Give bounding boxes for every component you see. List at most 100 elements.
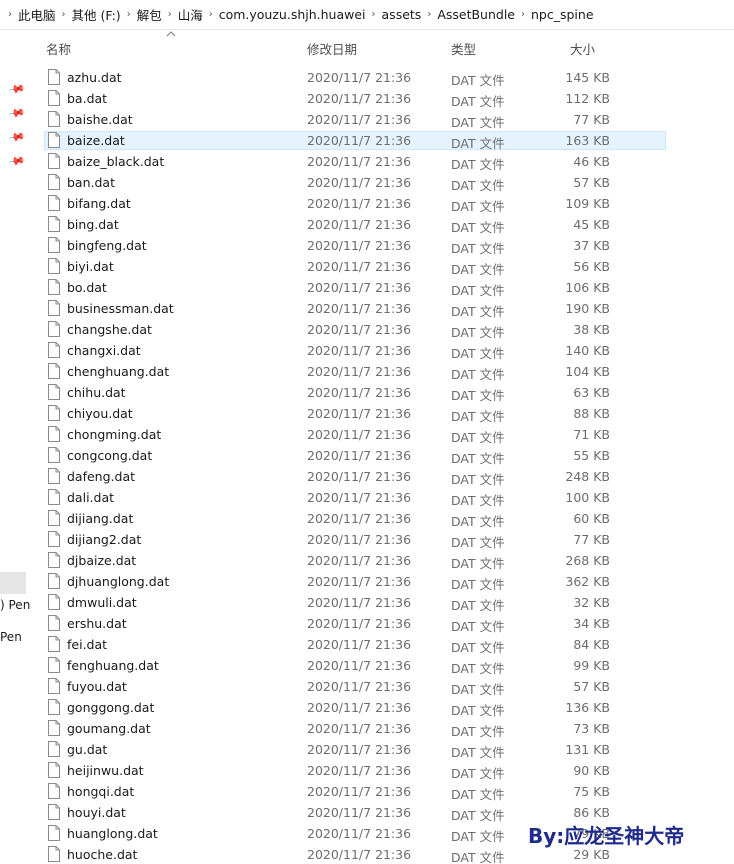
- chevron-right-icon[interactable]: ›: [121, 9, 137, 20]
- pin-icon[interactable]: 📌: [7, 104, 27, 123]
- file-name: baize.dat: [67, 133, 125, 148]
- file-name: heijinwu.dat: [67, 763, 144, 778]
- chevron-right-icon[interactable]: ›: [515, 9, 531, 20]
- file-icon: [48, 489, 60, 505]
- file-name: azhu.dat: [67, 70, 122, 85]
- file-row[interactable]: ba.dat 2020/11/7 21:36 DAT 文件 112 KB: [26, 88, 734, 109]
- file-row[interactable]: djhuanglong.dat 2020/11/7 21:36 DAT 文件 362 …: [26, 571, 734, 592]
- file-row[interactable]: bing.dat 2020/11/7 21:36 DAT 文件 45 KB: [26, 214, 734, 235]
- file-size: 84 KB: [573, 637, 610, 652]
- breadcrumb-item[interactable]: assets ›: [382, 0, 438, 30]
- file-icon: [48, 321, 60, 337]
- file-row[interactable]: heijinwu.dat 2020/11/7 21:36 DAT 文件 90 KB: [26, 760, 734, 781]
- file-type: DAT 文件: [451, 73, 505, 88]
- file-row[interactable]: bo.dat 2020/11/7 21:36 DAT 文件 106 KB: [26, 277, 734, 298]
- file-size: 46 KB: [573, 154, 610, 169]
- file-row[interactable]: dijiang2.dat 2020/11/7 21:36 DAT 文件 77 KB: [26, 529, 734, 550]
- file-row[interactable]: chongming.dat 2020/11/7 21:36 DAT 文件 71 KB: [26, 424, 734, 445]
- file-size: 32 KB: [573, 595, 610, 610]
- breadcrumb-item[interactable]: 山海 ›: [178, 0, 219, 30]
- file-row[interactable]: fuyou.dat 2020/11/7 21:36 DAT 文件 57 KB: [26, 676, 734, 697]
- address-bar[interactable]: › 此电脑 › 其他 (F:) › 解包 › 山海 › com.youzu.shjh.h…: [0, 0, 734, 30]
- breadcrumb-item[interactable]: npc_spine: [531, 0, 594, 30]
- file-size: 71 KB: [573, 427, 610, 442]
- breadcrumb-item[interactable]: com.youzu.shjh.huawei ›: [219, 0, 382, 30]
- file-icon: [48, 426, 60, 442]
- chevron-right-icon[interactable]: ›: [203, 9, 219, 20]
- file-row[interactable]: changshe.dat 2020/11/7 21:36 DAT 文件 38 KB: [26, 319, 734, 340]
- file-name: dafeng.dat: [67, 469, 136, 484]
- column-header-date[interactable]: 修改日期: [307, 39, 357, 58]
- chevron-right-icon[interactable]: ›: [56, 9, 72, 20]
- file-row[interactable]: dafeng.dat 2020/11/7 21:36 DAT 文件 248 KB: [26, 466, 734, 487]
- file-row[interactable]: goumang.dat 2020/11/7 21:36 DAT 文件 73 KB: [26, 718, 734, 739]
- breadcrumb-item[interactable]: 其他 (F:) ›: [72, 0, 137, 30]
- file-icon: [48, 132, 60, 148]
- file-size: 362 KB: [565, 574, 610, 589]
- column-header-type[interactable]: 类型: [451, 39, 476, 58]
- file-row[interactable]: chihu.dat 2020/11/7 21:36 DAT 文件 63 KB: [26, 382, 734, 403]
- breadcrumb-item[interactable]: 解包 ›: [137, 0, 178, 30]
- file-row[interactable]: fei.dat 2020/11/7 21:36 DAT 文件 84 KB: [26, 634, 734, 655]
- file-date: 2020/11/7 21:36: [307, 196, 412, 211]
- file-icon: [48, 531, 60, 547]
- file-row[interactable]: ershu.dat 2020/11/7 21:36 DAT 文件 34 KB: [26, 613, 734, 634]
- chevron-right-icon[interactable]: ›: [421, 9, 437, 20]
- file-row[interactable]: changxi.dat 2020/11/7 21:36 DAT 文件 140 KB: [26, 340, 734, 361]
- file-row[interactable]: ban.dat 2020/11/7 21:36 DAT 文件 57 KB: [26, 172, 734, 193]
- file-date: 2020/11/7 21:36: [307, 721, 412, 736]
- file-date: 2020/11/7 21:36: [307, 154, 412, 169]
- file-row[interactable]: bingfeng.dat 2020/11/7 21:36 DAT 文件 37 KB: [26, 235, 734, 256]
- file-type: DAT 文件: [451, 136, 505, 151]
- file-type: DAT 文件: [451, 388, 505, 403]
- nav-selected-item[interactable]: [0, 572, 26, 594]
- file-row[interactable]: baize_black.dat 2020/11/7 21:36 DAT 文件 46 K…: [26, 151, 734, 172]
- file-row[interactable]: congcong.dat 2020/11/7 21:36 DAT 文件 55 KB: [26, 445, 734, 466]
- file-name: goumang.dat: [67, 721, 151, 736]
- column-header-name[interactable]: 名称: [46, 39, 71, 58]
- file-row[interactable]: dali.dat 2020/11/7 21:36 DAT 文件 100 KB: [26, 487, 734, 508]
- file-row[interactable]: bifang.dat 2020/11/7 21:36 DAT 文件 109 KB: [26, 193, 734, 214]
- file-type: DAT 文件: [451, 577, 505, 592]
- pin-icon[interactable]: 📌: [7, 80, 27, 99]
- chevron-right-icon[interactable]: ›: [366, 9, 382, 20]
- pin-icon[interactable]: 📌: [7, 152, 27, 171]
- file-icon: [48, 825, 60, 841]
- chevron-right-icon[interactable]: ›: [162, 9, 178, 20]
- file-row[interactable]: biyi.dat 2020/11/7 21:36 DAT 文件 56 KB: [26, 256, 734, 277]
- breadcrumb-item[interactable]: 此电脑 ›: [18, 0, 72, 30]
- file-type: DAT 文件: [451, 283, 505, 298]
- nav-item-label[interactable]: Pen: [0, 630, 22, 644]
- file-date: 2020/11/7 21:36: [307, 280, 412, 295]
- file-icon: [48, 300, 60, 316]
- file-date: 2020/11/7 21:36: [307, 847, 412, 862]
- file-row[interactable]: hongqi.dat 2020/11/7 21:36 DAT 文件 75 KB: [26, 781, 734, 802]
- file-row[interactable]: gonggong.dat 2020/11/7 21:36 DAT 文件 136 KB: [26, 697, 734, 718]
- file-icon: [48, 90, 60, 106]
- breadcrumb-item[interactable]: AssetBundle ›: [437, 0, 531, 30]
- file-date: 2020/11/7 21:36: [307, 679, 412, 694]
- file-name: ba.dat: [67, 91, 108, 106]
- file-row[interactable]: fenghuang.dat 2020/11/7 21:36 DAT 文件 99 KB: [26, 655, 734, 676]
- file-row[interactable]: dijiang.dat 2020/11/7 21:36 DAT 文件 60 KB: [26, 508, 734, 529]
- file-row[interactable]: gu.dat 2020/11/7 21:36 DAT 文件 131 KB: [26, 739, 734, 760]
- column-header-size[interactable]: 大小: [570, 39, 595, 58]
- file-name: businessman.dat: [67, 301, 174, 316]
- file-icon: [48, 69, 60, 85]
- file-row[interactable]: djbaize.dat 2020/11/7 21:36 DAT 文件 268 KB: [26, 550, 734, 571]
- file-row[interactable]: chenghuang.dat 2020/11/7 21:36 DAT 文件 104 K…: [26, 361, 734, 382]
- file-row[interactable]: businessman.dat 2020/11/7 21:36 DAT 文件 190 …: [26, 298, 734, 319]
- file-icon: [48, 846, 60, 862]
- file-row[interactable]: baize.dat 2020/11/7 21:36 DAT 文件 163 KB: [26, 130, 734, 151]
- breadcrumb-root-chevron[interactable]: ›: [0, 0, 18, 30]
- file-icon: [48, 783, 60, 799]
- file-name: djhuanglong.dat: [67, 574, 170, 589]
- file-row[interactable]: baishe.dat 2020/11/7 21:36 DAT 文件 77 KB: [26, 109, 734, 130]
- file-row[interactable]: azhu.dat 2020/11/7 21:36 DAT 文件 145 KB: [26, 67, 734, 88]
- pin-icon[interactable]: 📌: [7, 128, 27, 147]
- file-row[interactable]: chiyou.dat 2020/11/7 21:36 DAT 文件 88 KB: [26, 403, 734, 424]
- file-name: djbaize.dat: [67, 553, 137, 568]
- file-name: bifang.dat: [67, 196, 131, 211]
- file-row[interactable]: dmwuli.dat 2020/11/7 21:36 DAT 文件 32 KB: [26, 592, 734, 613]
- file-name: chihu.dat: [67, 385, 126, 400]
